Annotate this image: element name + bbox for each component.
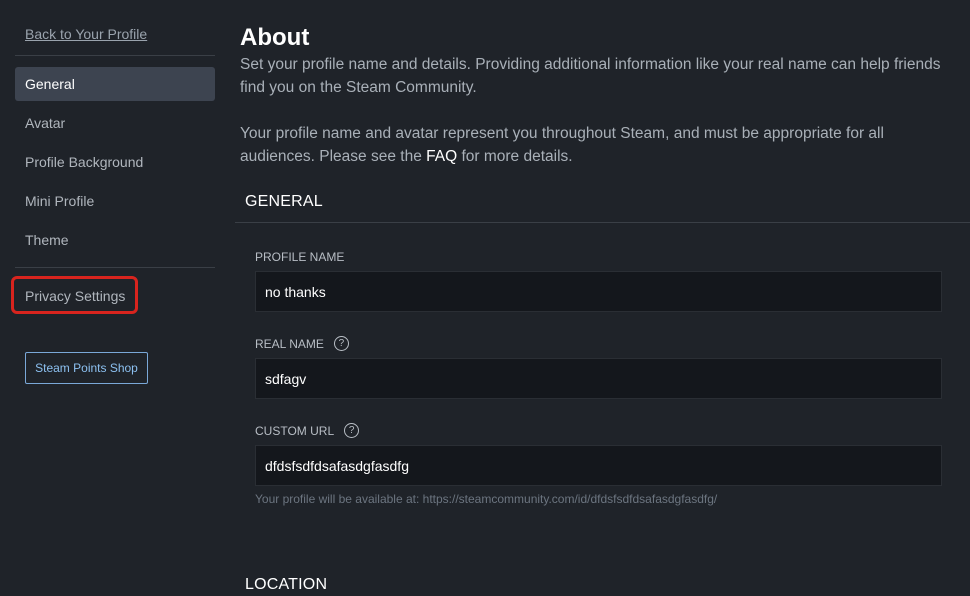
help-icon[interactable]: ? — [344, 423, 360, 438]
profile-name-label-text: PROFILE NAME — [255, 250, 345, 264]
real-name-label-text: REAL NAME — [255, 336, 324, 351]
sidebar-divider — [15, 55, 215, 56]
steam-points-shop-button[interactable]: Steam Points Shop — [25, 352, 148, 384]
sidebar-item-avatar[interactable]: Avatar — [15, 106, 215, 140]
back-to-profile-link[interactable]: Back to Your Profile — [25, 26, 147, 42]
intro-text: Set your profile name and details. Provi… — [240, 56, 941, 96]
profile-name-field[interactable] — [255, 271, 942, 312]
sidebar-item-profile-background[interactable]: Profile Background — [15, 145, 215, 179]
faq-link[interactable]: FAQ — [426, 148, 457, 165]
sidebar-item-privacy-settings[interactable]: Privacy Settings — [15, 279, 215, 313]
guidelines-text-after: for more details. — [457, 148, 573, 165]
custom-url-field[interactable] — [255, 445, 942, 486]
page-title: About — [240, 24, 310, 51]
real-name-label: REAL NAME ? — [255, 336, 349, 351]
profile-name-label: PROFILE NAME — [255, 250, 344, 264]
custom-url-label: CUSTOM URL ? — [255, 423, 360, 438]
profile-url-hint: Your profile will be available at: https… — [255, 492, 718, 506]
section-title-location: LOCATION — [245, 576, 328, 593]
section-title-general: GENERAL — [245, 193, 323, 210]
help-icon[interactable]: ? — [333, 336, 349, 351]
sidebar-item-general[interactable]: General — [15, 67, 215, 101]
section-divider — [235, 222, 970, 223]
sidebar-item-theme[interactable]: Theme — [15, 223, 215, 257]
sidebar-item-mini-profile[interactable]: Mini Profile — [15, 184, 215, 218]
guidelines-text: Your profile name and avatar represent y… — [240, 122, 955, 168]
custom-url-label-text: CUSTOM URL — [255, 423, 335, 438]
real-name-field[interactable] — [255, 358, 942, 399]
sidebar-divider — [15, 267, 215, 268]
